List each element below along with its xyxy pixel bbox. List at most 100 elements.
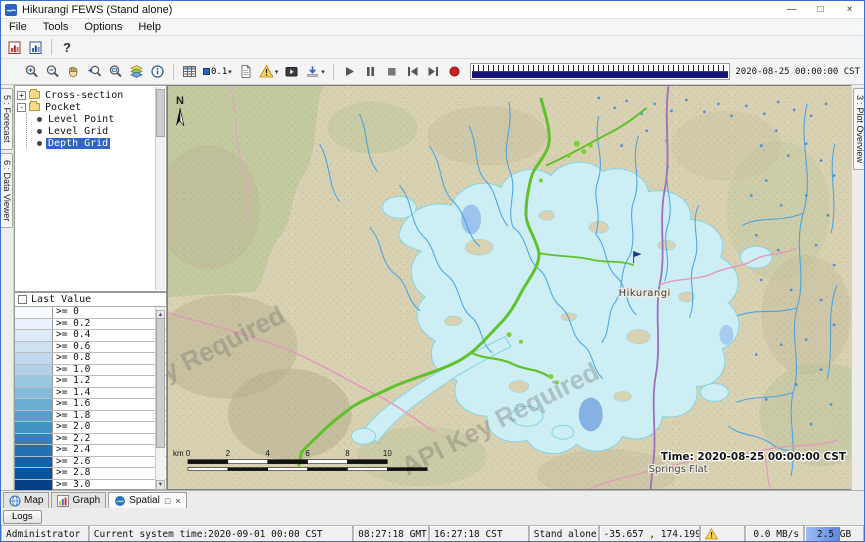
right-tab-strip: 3 : Plot Overview bbox=[851, 85, 864, 490]
tree-item-label: Pocket bbox=[43, 102, 83, 113]
memory-usage-label: 2.5 GB bbox=[817, 529, 851, 540]
tab-map[interactable]: Map bbox=[3, 492, 49, 508]
legend-row[interactable]: >= 0.2 bbox=[15, 319, 166, 331]
legend-row[interactable]: >= 0.8 bbox=[15, 353, 166, 365]
tab-data-viewer[interactable]: 6 : Data Viewer bbox=[1, 153, 13, 228]
info-button[interactable] bbox=[147, 62, 168, 82]
legend-row[interactable]: >= 1.2 bbox=[15, 376, 166, 388]
status-alert[interactable] bbox=[700, 525, 745, 542]
forecast-manager-button[interactable] bbox=[4, 37, 25, 57]
zoom-in-icon bbox=[24, 64, 39, 79]
zoom-out-button[interactable] bbox=[42, 62, 63, 82]
menu-tools[interactable]: Tools bbox=[35, 21, 77, 33]
spatial-restore-button[interactable]: □ bbox=[165, 496, 170, 506]
map-time-label: Time: 2020-08-25 00:00:00 CST bbox=[661, 451, 847, 463]
scrollbar-thumb[interactable] bbox=[156, 89, 165, 137]
legend-row[interactable]: >= 1.0 bbox=[15, 365, 166, 377]
legend-row[interactable]: >= 2.6 bbox=[15, 457, 166, 469]
menu-help[interactable]: Help bbox=[130, 21, 169, 33]
legend-row[interactable]: >= 2.4 bbox=[15, 445, 166, 457]
legend-title: Last Value bbox=[31, 294, 91, 305]
legend-row[interactable]: >= 2.2 bbox=[15, 434, 166, 446]
tree-item-level-grid[interactable]: Level Grid bbox=[35, 125, 164, 137]
interval-dropdown[interactable]: 0.1 ▾ bbox=[200, 62, 235, 82]
document-button[interactable] bbox=[235, 62, 256, 82]
help-button[interactable]: ? bbox=[57, 40, 77, 55]
window-title: Hikurangi FEWS (Stand alone) bbox=[22, 4, 172, 16]
step-forward-button[interactable] bbox=[423, 62, 444, 82]
animation-button[interactable] bbox=[281, 62, 302, 82]
status-bar: Administrator Current system time:2020-0… bbox=[1, 525, 864, 542]
collapse-icon[interactable]: - bbox=[17, 103, 26, 112]
tree-item-cross-section[interactable]: + Cross-section bbox=[17, 89, 164, 101]
info-icon bbox=[150, 64, 165, 79]
last-value-checkbox[interactable] bbox=[18, 295, 27, 304]
status-transfer-rate: 0.0 MB/s bbox=[745, 525, 804, 542]
menu-options[interactable]: Options bbox=[76, 21, 130, 33]
export-dropdown[interactable]: ▾ bbox=[302, 62, 328, 82]
tab-spatial[interactable]: Spatial □ × bbox=[108, 492, 186, 508]
legend-row[interactable]: >= 1.6 bbox=[15, 399, 166, 411]
scrollbar-thumb[interactable] bbox=[156, 318, 165, 448]
play-button[interactable] bbox=[339, 62, 360, 82]
scale-tick: 0 bbox=[186, 449, 191, 458]
legend-row[interactable]: >= 3.0 bbox=[15, 480, 166, 491]
spatial-close-button[interactable]: × bbox=[175, 496, 180, 506]
pause-button[interactable] bbox=[360, 62, 381, 82]
tree-children: Level Point Level Grid Depth Grid bbox=[26, 113, 164, 149]
legend-row[interactable]: >= 2.8 bbox=[15, 468, 166, 480]
stop-button[interactable] bbox=[381, 62, 402, 82]
step-forward-icon bbox=[426, 64, 441, 79]
status-memory: 2.5 GB bbox=[804, 525, 864, 542]
zoom-in-button[interactable] bbox=[21, 62, 42, 82]
legend-row[interactable]: >= 0.4 bbox=[15, 330, 166, 342]
status-system-time: Current system time:2020-09-01 00:00 CST bbox=[89, 525, 353, 542]
grid-display-button[interactable] bbox=[179, 62, 200, 82]
legend-row[interactable]: >= 1.8 bbox=[15, 411, 166, 423]
warning-dropdown[interactable]: ▾ bbox=[256, 62, 282, 82]
logs-button[interactable]: Logs bbox=[3, 510, 42, 524]
legend-row[interactable]: >= 0 bbox=[15, 307, 166, 319]
blue-report-icon bbox=[28, 40, 43, 55]
timeline-slider[interactable] bbox=[470, 63, 731, 80]
status-user: Administrator bbox=[1, 525, 89, 542]
tree-item-label: Cross-section bbox=[43, 90, 125, 101]
zoom-extent-button[interactable] bbox=[105, 62, 126, 82]
tab-graph[interactable]: Graph bbox=[51, 492, 106, 508]
step-back-button[interactable] bbox=[402, 62, 423, 82]
warning-icon bbox=[705, 528, 718, 540]
tree-scrollbar[interactable] bbox=[155, 87, 165, 290]
layers-button[interactable] bbox=[126, 62, 147, 82]
scrollbar-down-button[interactable]: ▼ bbox=[156, 480, 165, 490]
layer-bullet-icon bbox=[37, 129, 42, 134]
grid-icon bbox=[182, 64, 197, 79]
tab-forecast[interactable]: 5 : Forecast bbox=[1, 88, 13, 150]
pan-button[interactable] bbox=[63, 62, 84, 82]
town-label: Hikurangi bbox=[619, 288, 671, 299]
close-button[interactable]: × bbox=[835, 1, 864, 18]
scale-tick: 2 bbox=[226, 449, 231, 458]
legend-row[interactable]: >= 1.4 bbox=[15, 388, 166, 400]
layers-icon bbox=[129, 64, 144, 79]
tab-plot-overview[interactable]: 3 : Plot Overview bbox=[853, 88, 865, 170]
tree-item-depth-grid[interactable]: Depth Grid bbox=[35, 137, 164, 149]
record-button[interactable] bbox=[444, 62, 465, 82]
legend-row[interactable]: >= 0.6 bbox=[15, 342, 166, 354]
legend-swatch bbox=[15, 399, 53, 410]
legend-scrollbar[interactable]: ▲ ▼ bbox=[155, 307, 165, 490]
tree-item-label: Level Point bbox=[46, 114, 116, 125]
minimize-button[interactable]: — bbox=[777, 1, 806, 18]
tree-item-level-point[interactable]: Level Point bbox=[35, 113, 164, 125]
toolbar-separator bbox=[173, 64, 174, 80]
database-viewer-button[interactable] bbox=[25, 37, 46, 57]
app-icon bbox=[5, 4, 17, 16]
map-view: API Key Required API Key Required Hikura… bbox=[167, 85, 853, 490]
zoom-out-icon bbox=[45, 64, 60, 79]
zoom-previous-button[interactable] bbox=[84, 62, 105, 82]
maximize-button[interactable]: □ bbox=[806, 1, 835, 18]
map-canvas[interactable]: API Key Required API Key Required Hikura… bbox=[168, 86, 852, 489]
menu-file[interactable]: File bbox=[1, 21, 35, 33]
expand-icon[interactable]: + bbox=[17, 91, 26, 100]
legend-row[interactable]: >= 2.0 bbox=[15, 422, 166, 434]
tree-item-pocket[interactable]: - Pocket bbox=[17, 101, 164, 113]
